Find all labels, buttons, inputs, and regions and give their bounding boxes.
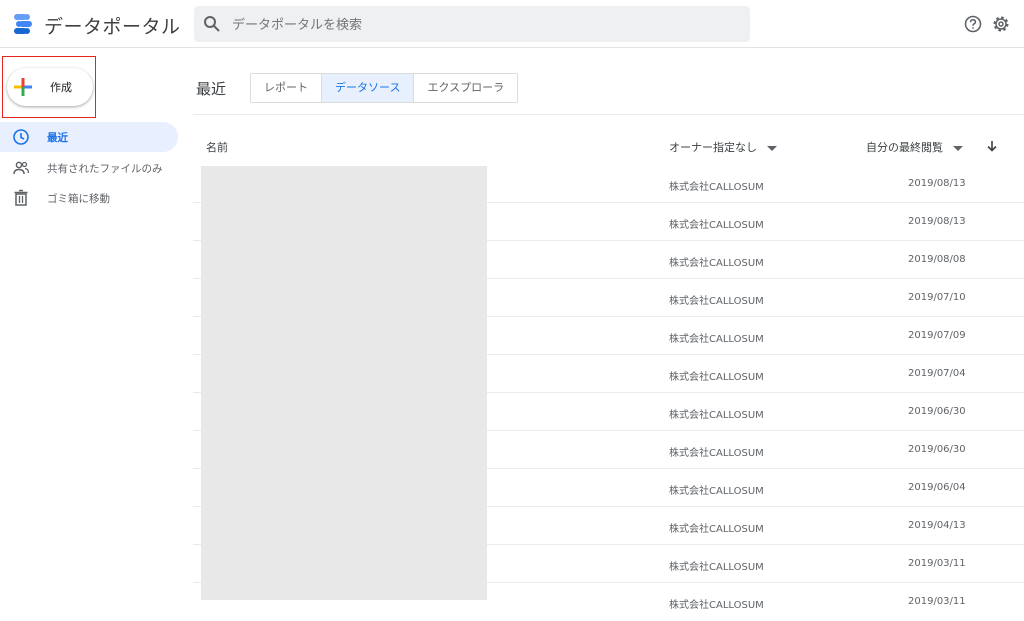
data-studio-logo[interactable] bbox=[12, 13, 34, 35]
row-owner: 株式会社CALLOSUM bbox=[669, 334, 764, 345]
last-viewed-label: 自分の最終閲覧 bbox=[866, 141, 943, 154]
search-bar[interactable] bbox=[194, 6, 750, 44]
column-header-label: 名前 bbox=[206, 141, 228, 154]
row-owner: 株式会社CALLOSUM bbox=[669, 600, 764, 611]
row-date: 2019/03/11 bbox=[908, 558, 966, 569]
app-title: データポータル bbox=[44, 16, 181, 38]
sort-descending-icon[interactable] bbox=[986, 139, 998, 153]
row-date: 2019/07/04 bbox=[908, 368, 966, 379]
dropdown-caret-icon bbox=[953, 145, 963, 151]
tab-reports[interactable]: レポート bbox=[251, 74, 322, 102]
tab-data-sources[interactable]: データソース bbox=[322, 74, 415, 102]
search-input[interactable] bbox=[230, 6, 734, 44]
last-viewed-dropdown[interactable]: 自分の最終閲覧 bbox=[866, 139, 963, 155]
row-owner: 株式会社CALLOSUM bbox=[669, 296, 764, 307]
settings-icon[interactable] bbox=[990, 13, 1012, 35]
sidebar-item-shared[interactable]: 共有されたファイルのみ bbox=[0, 153, 178, 183]
row-owner: 株式会社CALLOSUM bbox=[669, 182, 764, 193]
divider bbox=[193, 114, 1024, 115]
people-icon bbox=[13, 161, 30, 175]
row-date: 2019/03/11 bbox=[908, 596, 966, 607]
trash-icon bbox=[14, 189, 28, 206]
row-owner: 株式会社CALLOSUM bbox=[669, 372, 764, 383]
sidebar-item-label: 共有されたファイルのみ bbox=[47, 163, 163, 175]
row-owner: 株式会社CALLOSUM bbox=[669, 448, 764, 459]
row-date: 2019/07/09 bbox=[908, 330, 966, 341]
row-date: 2019/08/13 bbox=[908, 216, 966, 227]
plus-icon bbox=[14, 78, 32, 96]
sidebar-item-trash[interactable]: ゴミ箱に移動 bbox=[0, 183, 178, 213]
dropdown-caret-icon bbox=[767, 145, 777, 151]
sidebar-item-label: ゴミ箱に移動 bbox=[47, 193, 110, 205]
row-date: 2019/04/13 bbox=[908, 520, 966, 531]
column-header-name[interactable]: 名前 bbox=[206, 139, 228, 155]
tab-explorer[interactable]: エクスプローラ bbox=[414, 74, 517, 102]
help-icon[interactable] bbox=[962, 13, 984, 35]
search-icon bbox=[204, 16, 220, 32]
owner-filter-label: オーナー指定なし bbox=[669, 141, 757, 154]
redacted-file-names bbox=[201, 166, 487, 600]
row-date: 2019/06/04 bbox=[908, 482, 966, 493]
row-date: 2019/06/30 bbox=[908, 444, 966, 455]
sidebar-item-label: 最近 bbox=[47, 132, 68, 144]
row-owner: 株式会社CALLOSUM bbox=[669, 486, 764, 497]
clock-icon bbox=[13, 129, 29, 145]
row-date: 2019/08/08 bbox=[908, 254, 966, 265]
tab-bar: レポート データソース エクスプローラ bbox=[250, 73, 519, 103]
create-button[interactable]: 作成 bbox=[7, 68, 93, 106]
top-bar: データポータル bbox=[0, 0, 1024, 48]
page-title: 最近 bbox=[196, 80, 227, 98]
row-owner: 株式会社CALLOSUM bbox=[669, 258, 764, 269]
row-owner: 株式会社CALLOSUM bbox=[669, 562, 764, 573]
row-date: 2019/06/30 bbox=[908, 406, 966, 417]
row-owner: 株式会社CALLOSUM bbox=[669, 220, 764, 231]
create-button-label: 作成 bbox=[50, 81, 72, 94]
row-date: 2019/07/10 bbox=[908, 292, 966, 303]
row-owner: 株式会社CALLOSUM bbox=[669, 524, 764, 535]
row-date: 2019/08/13 bbox=[908, 178, 966, 189]
owner-filter-dropdown[interactable]: オーナー指定なし bbox=[669, 139, 777, 155]
sidebar-item-recent[interactable]: 最近 bbox=[0, 122, 178, 152]
row-owner: 株式会社CALLOSUM bbox=[669, 410, 764, 421]
